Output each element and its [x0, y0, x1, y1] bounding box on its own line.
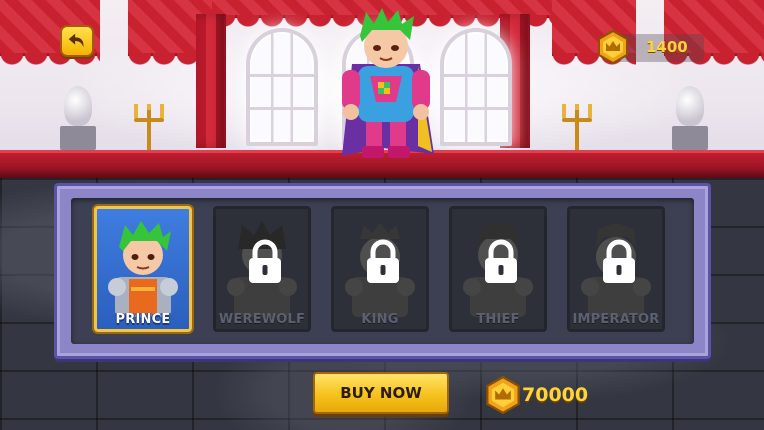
- character-price: 70000: [484, 376, 604, 414]
- lock-icon: [249, 239, 281, 283]
- character-name-label: THIEF: [476, 312, 520, 327]
- character-card-thief[interactable]: THIEF: [449, 206, 547, 332]
- coin-balance: 1400: [596, 30, 706, 64]
- candelabra-left: [130, 100, 168, 150]
- window-right: [440, 28, 512, 146]
- character-card-prince[interactable]: PRINCE: [94, 206, 192, 332]
- character-name-label: PRINCE: [115, 312, 171, 327]
- character-card-king[interactable]: KING: [331, 206, 429, 332]
- crown-coin-icon: [598, 30, 628, 64]
- castle-hall-scene: 1400: [0, 0, 764, 178]
- back-button[interactable]: [60, 25, 94, 57]
- crown-coin-icon: [486, 376, 520, 414]
- prince-portrait: [108, 221, 178, 317]
- character-name-label: WEREWOLF: [218, 312, 306, 327]
- lock-icon: [367, 239, 399, 283]
- price-amount: 70000: [522, 384, 589, 406]
- character-name-label: IMPERATOR: [572, 312, 660, 327]
- coin-balance-amount: 1400: [646, 38, 688, 56]
- hero-character-preview: [342, 8, 434, 158]
- vase-pedestal-left: [56, 80, 100, 150]
- character-name-label: KING: [361, 312, 399, 327]
- curtain-left: [196, 14, 226, 148]
- lock-icon: [603, 239, 635, 283]
- lock-icon: [485, 239, 517, 283]
- back-arrow-icon: [68, 33, 84, 48]
- candelabra-right: [558, 100, 596, 150]
- vase-pedestal-right: [668, 80, 712, 150]
- character-card-imperator[interactable]: IMPERATOR: [567, 206, 665, 332]
- window-left: [246, 28, 318, 146]
- character-card-werewolf[interactable]: WEREWOLF: [213, 206, 311, 332]
- buy-now-button[interactable]: BUY NOW: [313, 372, 449, 414]
